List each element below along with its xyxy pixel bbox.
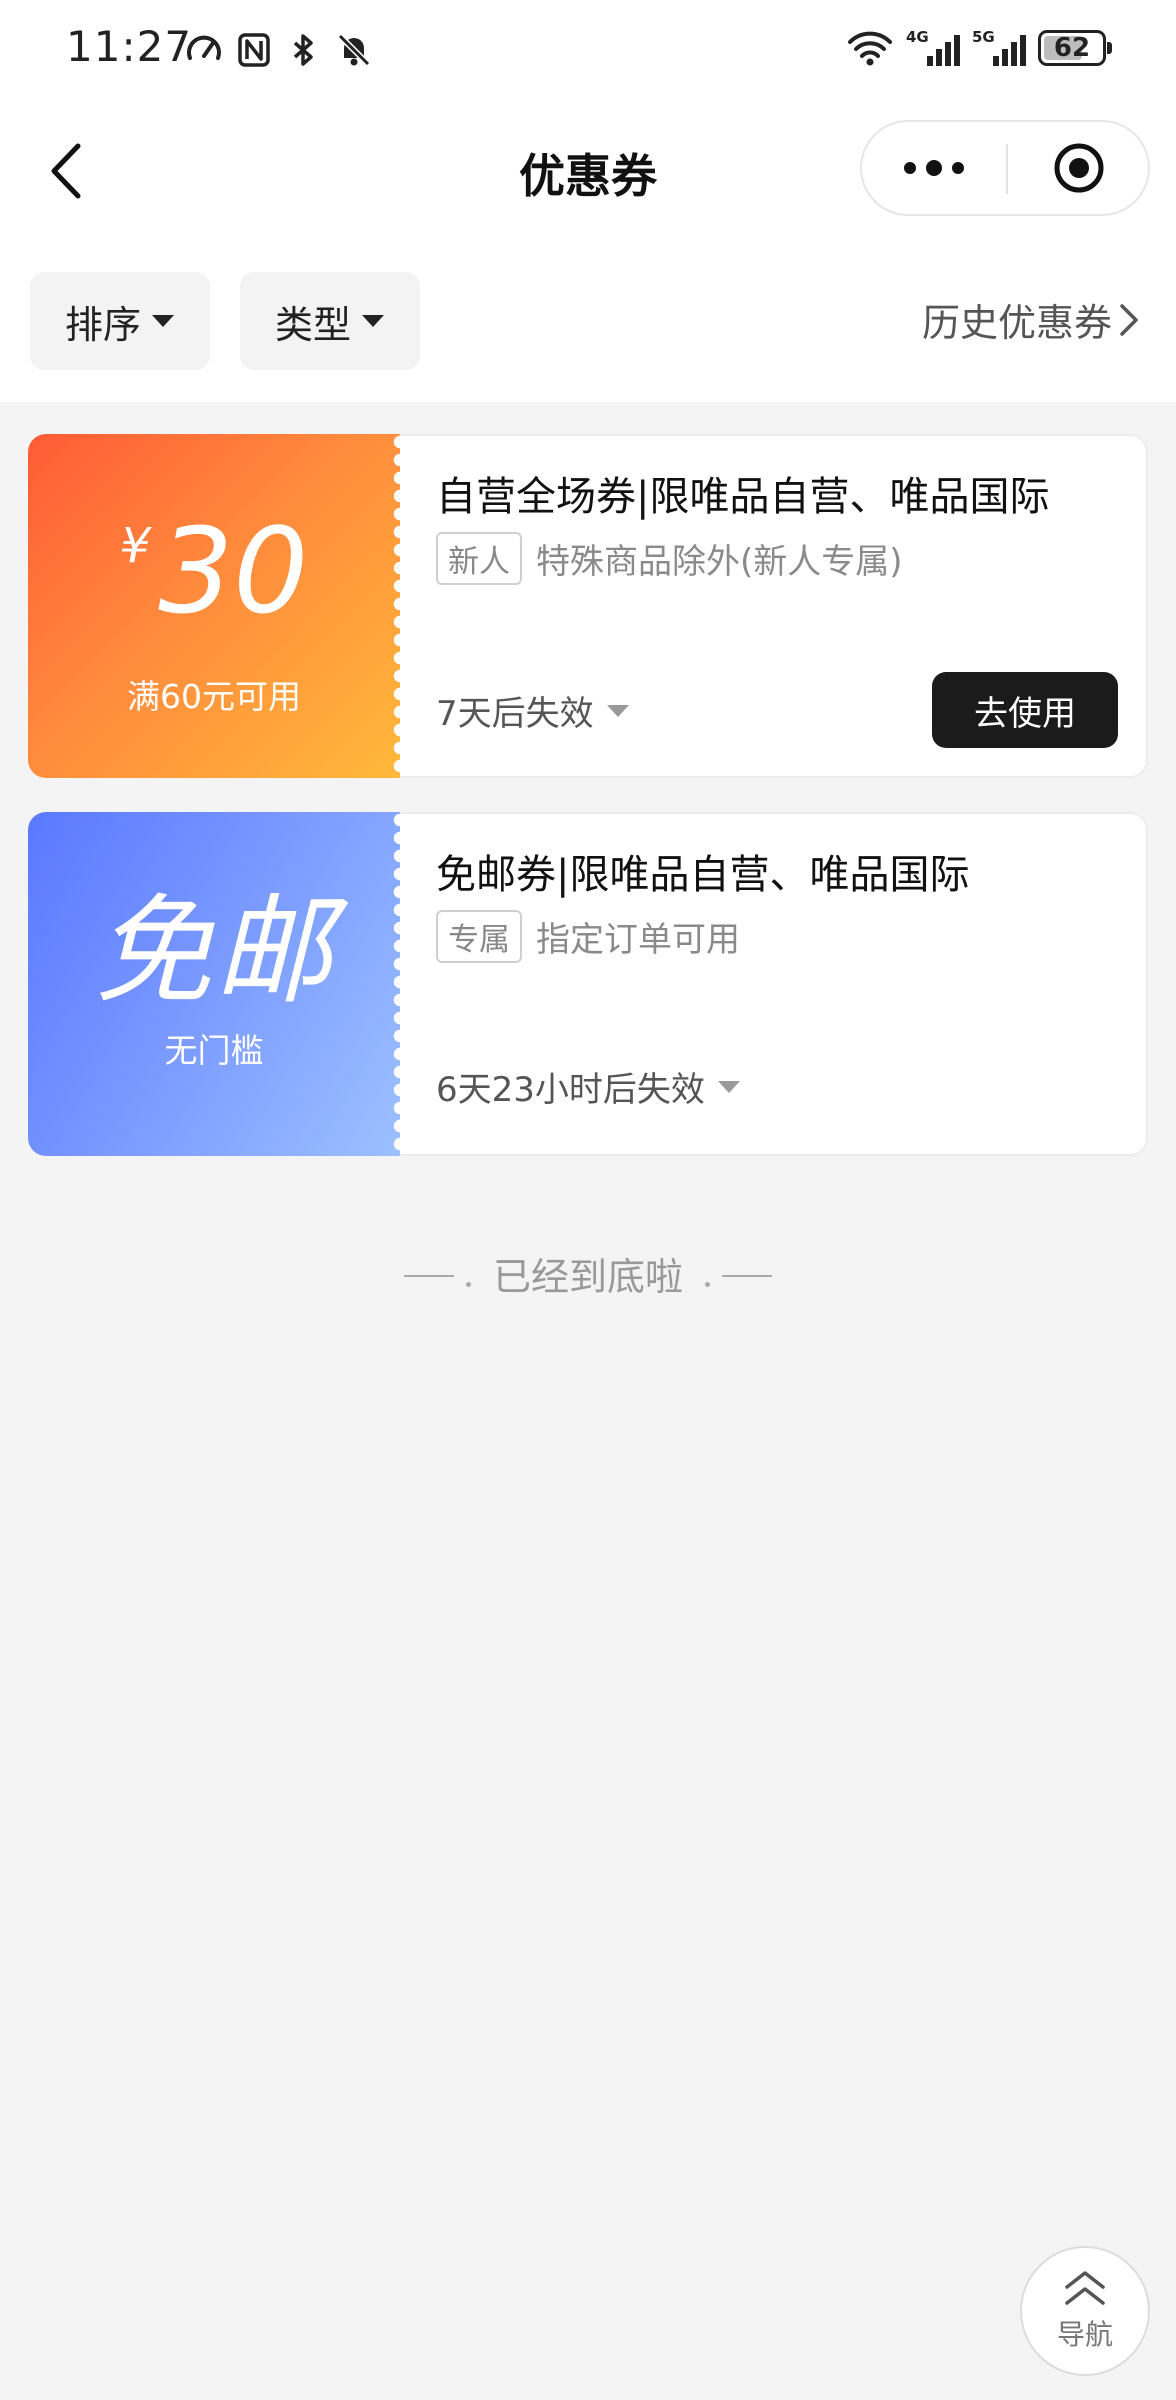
end-hint-right-line [705, 1252, 773, 1296]
use-coupon-button[interactable]: 去使用 [932, 672, 1118, 748]
coupon-card[interactable]: ¥ 30 满60元可用 自营全场券|限唯品自营、唯品国际 新人 特殊商品除外(新… [28, 434, 1148, 778]
coupon-description: 特殊商品除外(新人专属) [536, 542, 903, 582]
perforation-edge [392, 812, 408, 1156]
end-hint-left-line [403, 1252, 471, 1296]
coupon-description: 指定订单可用 [536, 920, 740, 960]
coupon-amount: ¥ 30 [28, 512, 400, 630]
status-bar: 11:27 4G 5G 62 [0, 0, 1176, 100]
close-button[interactable] [1008, 122, 1150, 214]
wifi-icon [848, 31, 892, 66]
mini-program-capsule [860, 120, 1150, 216]
coupon-tagline: 新人 特殊商品除外(新人专属) [436, 532, 903, 585]
battery-icon: 62 [1038, 30, 1112, 66]
target-circle-icon [1054, 143, 1104, 193]
chevron-right-icon [1120, 303, 1138, 336]
coupon-title: 自营全场券|限唯品自营、唯品国际 [436, 474, 1050, 520]
type-label: 类型 [274, 302, 351, 347]
coupon-badge: 专属 [436, 910, 522, 963]
floating-nav-button[interactable]: 导航 [1020, 2246, 1150, 2376]
expiry-toggle[interactable]: 7天后失效 [436, 686, 630, 735]
speedometer-icon [187, 35, 221, 60]
signal-4g: 4G [906, 28, 960, 68]
free-shipping-text: 免邮 [93, 882, 334, 1020]
coupon-value-stub: ¥ 30 满60元可用 [28, 434, 408, 778]
history-label: 历史优惠券 [921, 301, 1112, 345]
coupon-value-stub: 免邮 无门槛 [28, 812, 408, 1156]
sort-dropdown[interactable]: 排序 [30, 272, 210, 370]
caret-down-icon [362, 315, 384, 327]
coupon-card[interactable]: 免邮 无门槛 免邮券|限唯品自营、唯品国际 专属 指定订单可用 6天23小时后失… [28, 812, 1148, 1156]
bluetooth-icon [293, 34, 313, 66]
status-left-icons [184, 30, 374, 70]
caret-down-icon [606, 704, 629, 717]
coupon-title: 免邮券|限唯品自营、唯品国际 [436, 852, 970, 898]
end-of-list-hint: 已经到底啦 [0, 1246, 1176, 1301]
coupon-page: 11:27 4G 5G 62 优惠券 排序 类型 历史优惠券 ¥ 30 满60元… [0, 0, 1176, 2400]
currency-symbol: ¥ [119, 518, 151, 574]
amount-value: 30 [158, 502, 309, 640]
caret-down-icon [152, 315, 174, 327]
signal-5g-label: 5G [972, 28, 995, 46]
perforation-edge [392, 434, 408, 778]
expiry-text: 7天后失效 [436, 694, 594, 734]
double-chevron-up-icon [1065, 2271, 1105, 2305]
coupon-condition: 满60元可用 [127, 677, 301, 716]
coupon-condition: 无门槛 [164, 1031, 264, 1070]
filter-bar: 排序 类型 历史优惠券 [0, 240, 1176, 402]
bell-off-icon [337, 33, 371, 67]
nav-bar: 优惠券 [0, 100, 1176, 240]
status-right-icons: 4G 5G 62 [846, 28, 1112, 68]
signal-bars-icon [993, 35, 1026, 66]
signal-bars-icon [927, 35, 960, 66]
status-time: 11:27 [66, 22, 193, 71]
coupon-badge: 新人 [436, 532, 522, 585]
signal-5g: 5G [972, 28, 1026, 68]
end-hint-text: 已经到底啦 [492, 1255, 683, 1299]
coupon-details: 免邮券|限唯品自营、唯品国际 专属 指定订单可用 6天23小时后失效 [436, 812, 1148, 1156]
history-coupons-link[interactable]: 历史优惠券 [922, 292, 1140, 347]
caret-down-icon [717, 1080, 740, 1093]
floating-nav-label: 导航 [1056, 2318, 1113, 2351]
expiry-text: 6天23小时后失效 [436, 1070, 705, 1110]
coupon-details: 自营全场券|限唯品自营、唯品国际 新人 特殊商品除外(新人专属) 7天后失效 去… [436, 434, 1148, 778]
sort-label: 排序 [64, 302, 141, 347]
type-dropdown[interactable]: 类型 [240, 272, 420, 370]
nfc-icon [238, 33, 270, 67]
signal-4g-label: 4G [906, 28, 929, 46]
expiry-toggle[interactable]: 6天23小时后失效 [436, 1062, 741, 1111]
battery-level: 62 [1053, 33, 1091, 63]
more-button[interactable] [862, 122, 1006, 214]
more-dots-icon [904, 160, 964, 176]
coupon-tagline: 专属 指定订单可用 [436, 910, 740, 963]
